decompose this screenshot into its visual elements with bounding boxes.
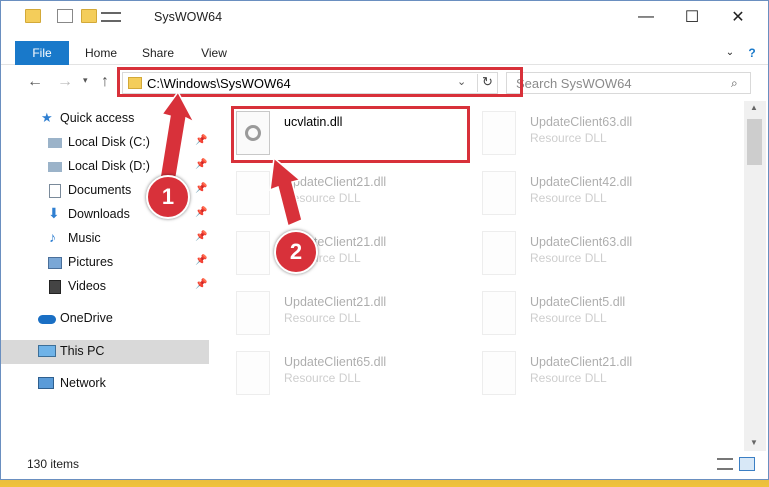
arrow-2 <box>269 156 303 228</box>
callout-1: 1 <box>146 175 190 219</box>
callout-2: 2 <box>274 230 318 274</box>
arrow-1 <box>159 90 196 179</box>
annotation-arrows <box>159 90 303 228</box>
